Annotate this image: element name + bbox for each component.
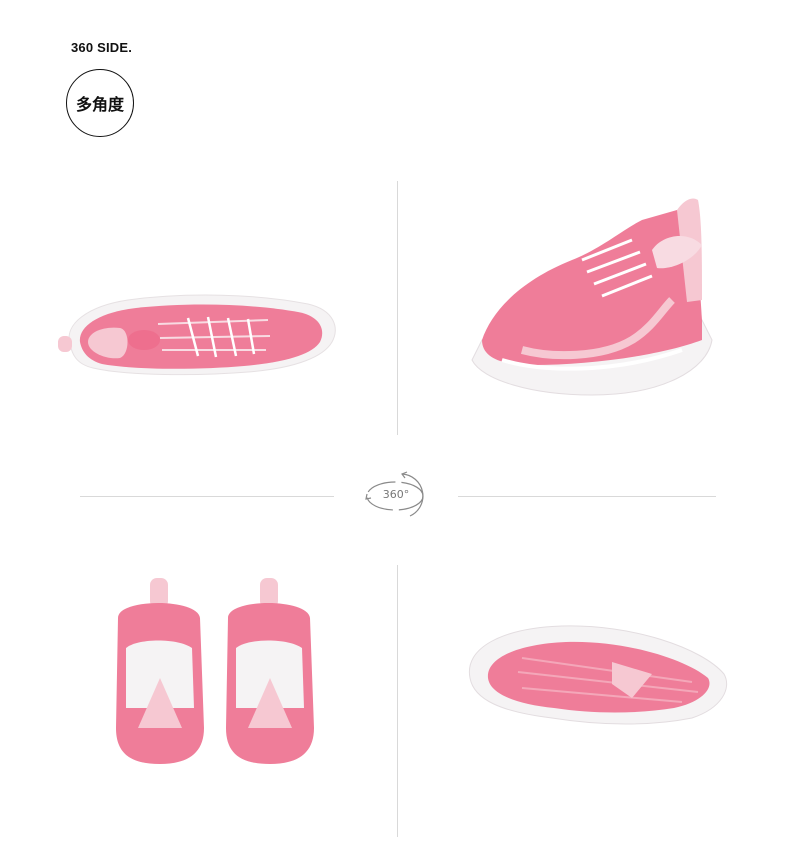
- multi-angle-badge: 多角度: [66, 69, 134, 137]
- shoe-sole-view: [462, 618, 732, 730]
- vertical-divider-bottom: [397, 565, 398, 837]
- shoe-top-view: [58, 284, 348, 384]
- horizontal-divider-left: [80, 496, 334, 497]
- shoe-side-view: [462, 190, 722, 400]
- vertical-divider-top: [397, 181, 398, 435]
- shoe-back-view: [108, 578, 328, 768]
- horizontal-divider-right: [458, 496, 716, 497]
- rotate-label: 360°: [382, 488, 410, 501]
- section-title: 360 SIDE.: [71, 40, 133, 55]
